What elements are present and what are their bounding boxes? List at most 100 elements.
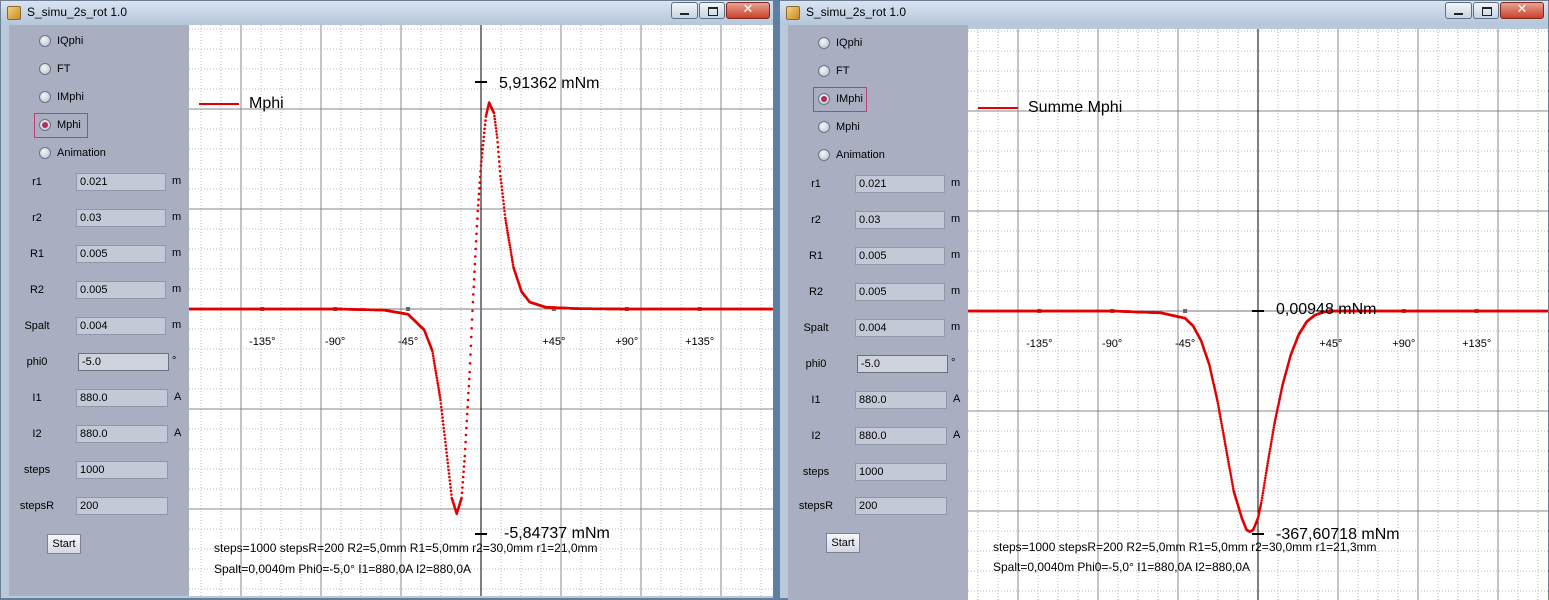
input-steps[interactable]: 1000 <box>76 461 168 479</box>
radio-button-icon[interactable] <box>39 91 51 103</box>
input-r1[interactable]: 0.005 <box>76 245 166 263</box>
data-point <box>498 165 501 168</box>
input-i2[interactable]: 880.0 <box>855 427 947 445</box>
data-point <box>1267 454 1271 458</box>
radio-ft[interactable]: FT <box>39 58 70 80</box>
data-point <box>501 195 505 199</box>
field-label-i1: I1 <box>811 394 821 406</box>
input-steps[interactable]: 1000 <box>855 463 947 481</box>
data-point <box>472 278 476 281</box>
data-point <box>449 489 453 493</box>
maximize-button[interactable] <box>1473 2 1499 19</box>
data-point <box>1268 452 1271 456</box>
data-point <box>499 174 502 178</box>
field-unit: m <box>172 247 182 259</box>
x-tick-label: -135° <box>249 336 275 348</box>
radio-button-icon[interactable] <box>818 121 830 133</box>
minimize-button[interactable] <box>671 2 698 19</box>
field-label-r2: r2 <box>32 212 42 224</box>
input-stepsr[interactable]: 200 <box>855 497 947 515</box>
input-i2[interactable]: 880.0 <box>76 425 168 443</box>
input-r1[interactable]: 0.021 <box>855 175 945 193</box>
field-label-spalt: Spalt <box>24 320 50 332</box>
radio-mphi[interactable]: Mphi <box>818 116 860 138</box>
start-button[interactable]: Start <box>47 534 81 554</box>
input-spalt[interactable]: 0.004 <box>855 319 945 337</box>
radio-animation[interactable]: Animation <box>818 144 885 166</box>
data-point <box>1269 445 1272 448</box>
data-point <box>1264 474 1267 477</box>
data-point <box>440 409 443 412</box>
data-point <box>473 270 476 273</box>
radio-iqphi[interactable]: IQphi <box>818 32 862 54</box>
radio-iqphi[interactable]: IQphi <box>39 30 83 52</box>
radio-label: Animation <box>836 149 885 161</box>
input-r2[interactable]: 0.03 <box>855 211 945 229</box>
info-line-1: steps=1000 stepsR=200 R2=5,0mm R1=5,0mm … <box>214 541 598 555</box>
data-point <box>466 405 469 409</box>
data-point <box>440 405 443 409</box>
data-point <box>1231 485 1235 488</box>
radio-button-icon[interactable] <box>39 147 51 159</box>
input-r1[interactable]: 0.021 <box>76 173 166 191</box>
input-phi0[interactable]: -5.0 <box>78 353 169 371</box>
radio-animation[interactable]: Animation <box>39 142 106 164</box>
input-r2[interactable]: 0.005 <box>76 281 166 299</box>
x-tick-label: -135° <box>1026 338 1052 350</box>
close-button[interactable]: ✕ <box>1500 2 1544 19</box>
data-point <box>1217 406 1220 410</box>
legend-swatch <box>978 107 1018 109</box>
input-spalt[interactable]: 0.004 <box>76 317 166 335</box>
radio-imphi[interactable]: IMphi <box>39 86 84 108</box>
data-point <box>446 458 449 461</box>
data-point <box>508 241 511 244</box>
input-phi0[interactable]: -5.0 <box>857 355 948 373</box>
close-button[interactable]: ✕ <box>726 2 770 19</box>
input-r1[interactable]: 0.005 <box>855 247 945 265</box>
legend-label: Mphi <box>249 95 284 112</box>
data-point <box>443 433 446 437</box>
radio-button-icon[interactable] <box>818 65 830 77</box>
data-point <box>496 145 500 149</box>
maximize-button[interactable] <box>699 2 725 19</box>
data-point <box>460 491 464 495</box>
radio-label: FT <box>57 63 71 75</box>
data-point <box>434 371 438 375</box>
radio-button-icon[interactable] <box>818 149 830 161</box>
data-point <box>1225 449 1228 452</box>
radio-button-icon[interactable] <box>818 37 830 49</box>
title-bar[interactable]: S_simu_2s_rot 1.0 ✕ <box>1 1 773 25</box>
data-point <box>446 465 450 468</box>
radio-label: IMphi <box>57 91 84 103</box>
input-i1[interactable]: 880.0 <box>855 391 947 409</box>
data-point <box>1231 483 1234 486</box>
minimize-button[interactable] <box>1445 2 1472 19</box>
input-r2[interactable]: 0.03 <box>76 209 166 227</box>
radio-ft[interactable]: FT <box>818 60 849 82</box>
data-point <box>461 486 464 489</box>
field-unit: m <box>951 213 961 225</box>
start-button[interactable]: Start <box>826 533 860 553</box>
data-point <box>433 364 437 368</box>
control-panel: IQphi FT IMphi Mphi Animation r1 0.021 m r2 0.03 m… <box>788 25 968 600</box>
data-point <box>1217 404 1220 407</box>
input-stepsr[interactable]: 200 <box>76 497 168 515</box>
data-point <box>469 353 472 356</box>
data-point <box>477 192 481 196</box>
input-r2[interactable]: 0.005 <box>855 283 945 301</box>
input-i1[interactable]: 880.0 <box>76 389 168 407</box>
radio-button-icon[interactable] <box>39 35 51 47</box>
radio-button-icon[interactable] <box>39 63 51 75</box>
title-bar[interactable]: S_simu_2s_rot 1.0 ✕ <box>780 1 1548 25</box>
legend: Summe Mphi <box>978 99 1122 117</box>
data-point <box>498 169 502 173</box>
data-point <box>478 175 482 179</box>
data-point <box>475 232 478 236</box>
data-point <box>443 437 447 440</box>
field-label-steps: steps <box>23 464 51 476</box>
data-point <box>511 263 515 266</box>
data-point <box>1224 447 1228 450</box>
java-app-icon <box>7 6 21 20</box>
field-label-r2: r2 <box>811 214 821 226</box>
field-unit: ° <box>172 355 177 367</box>
